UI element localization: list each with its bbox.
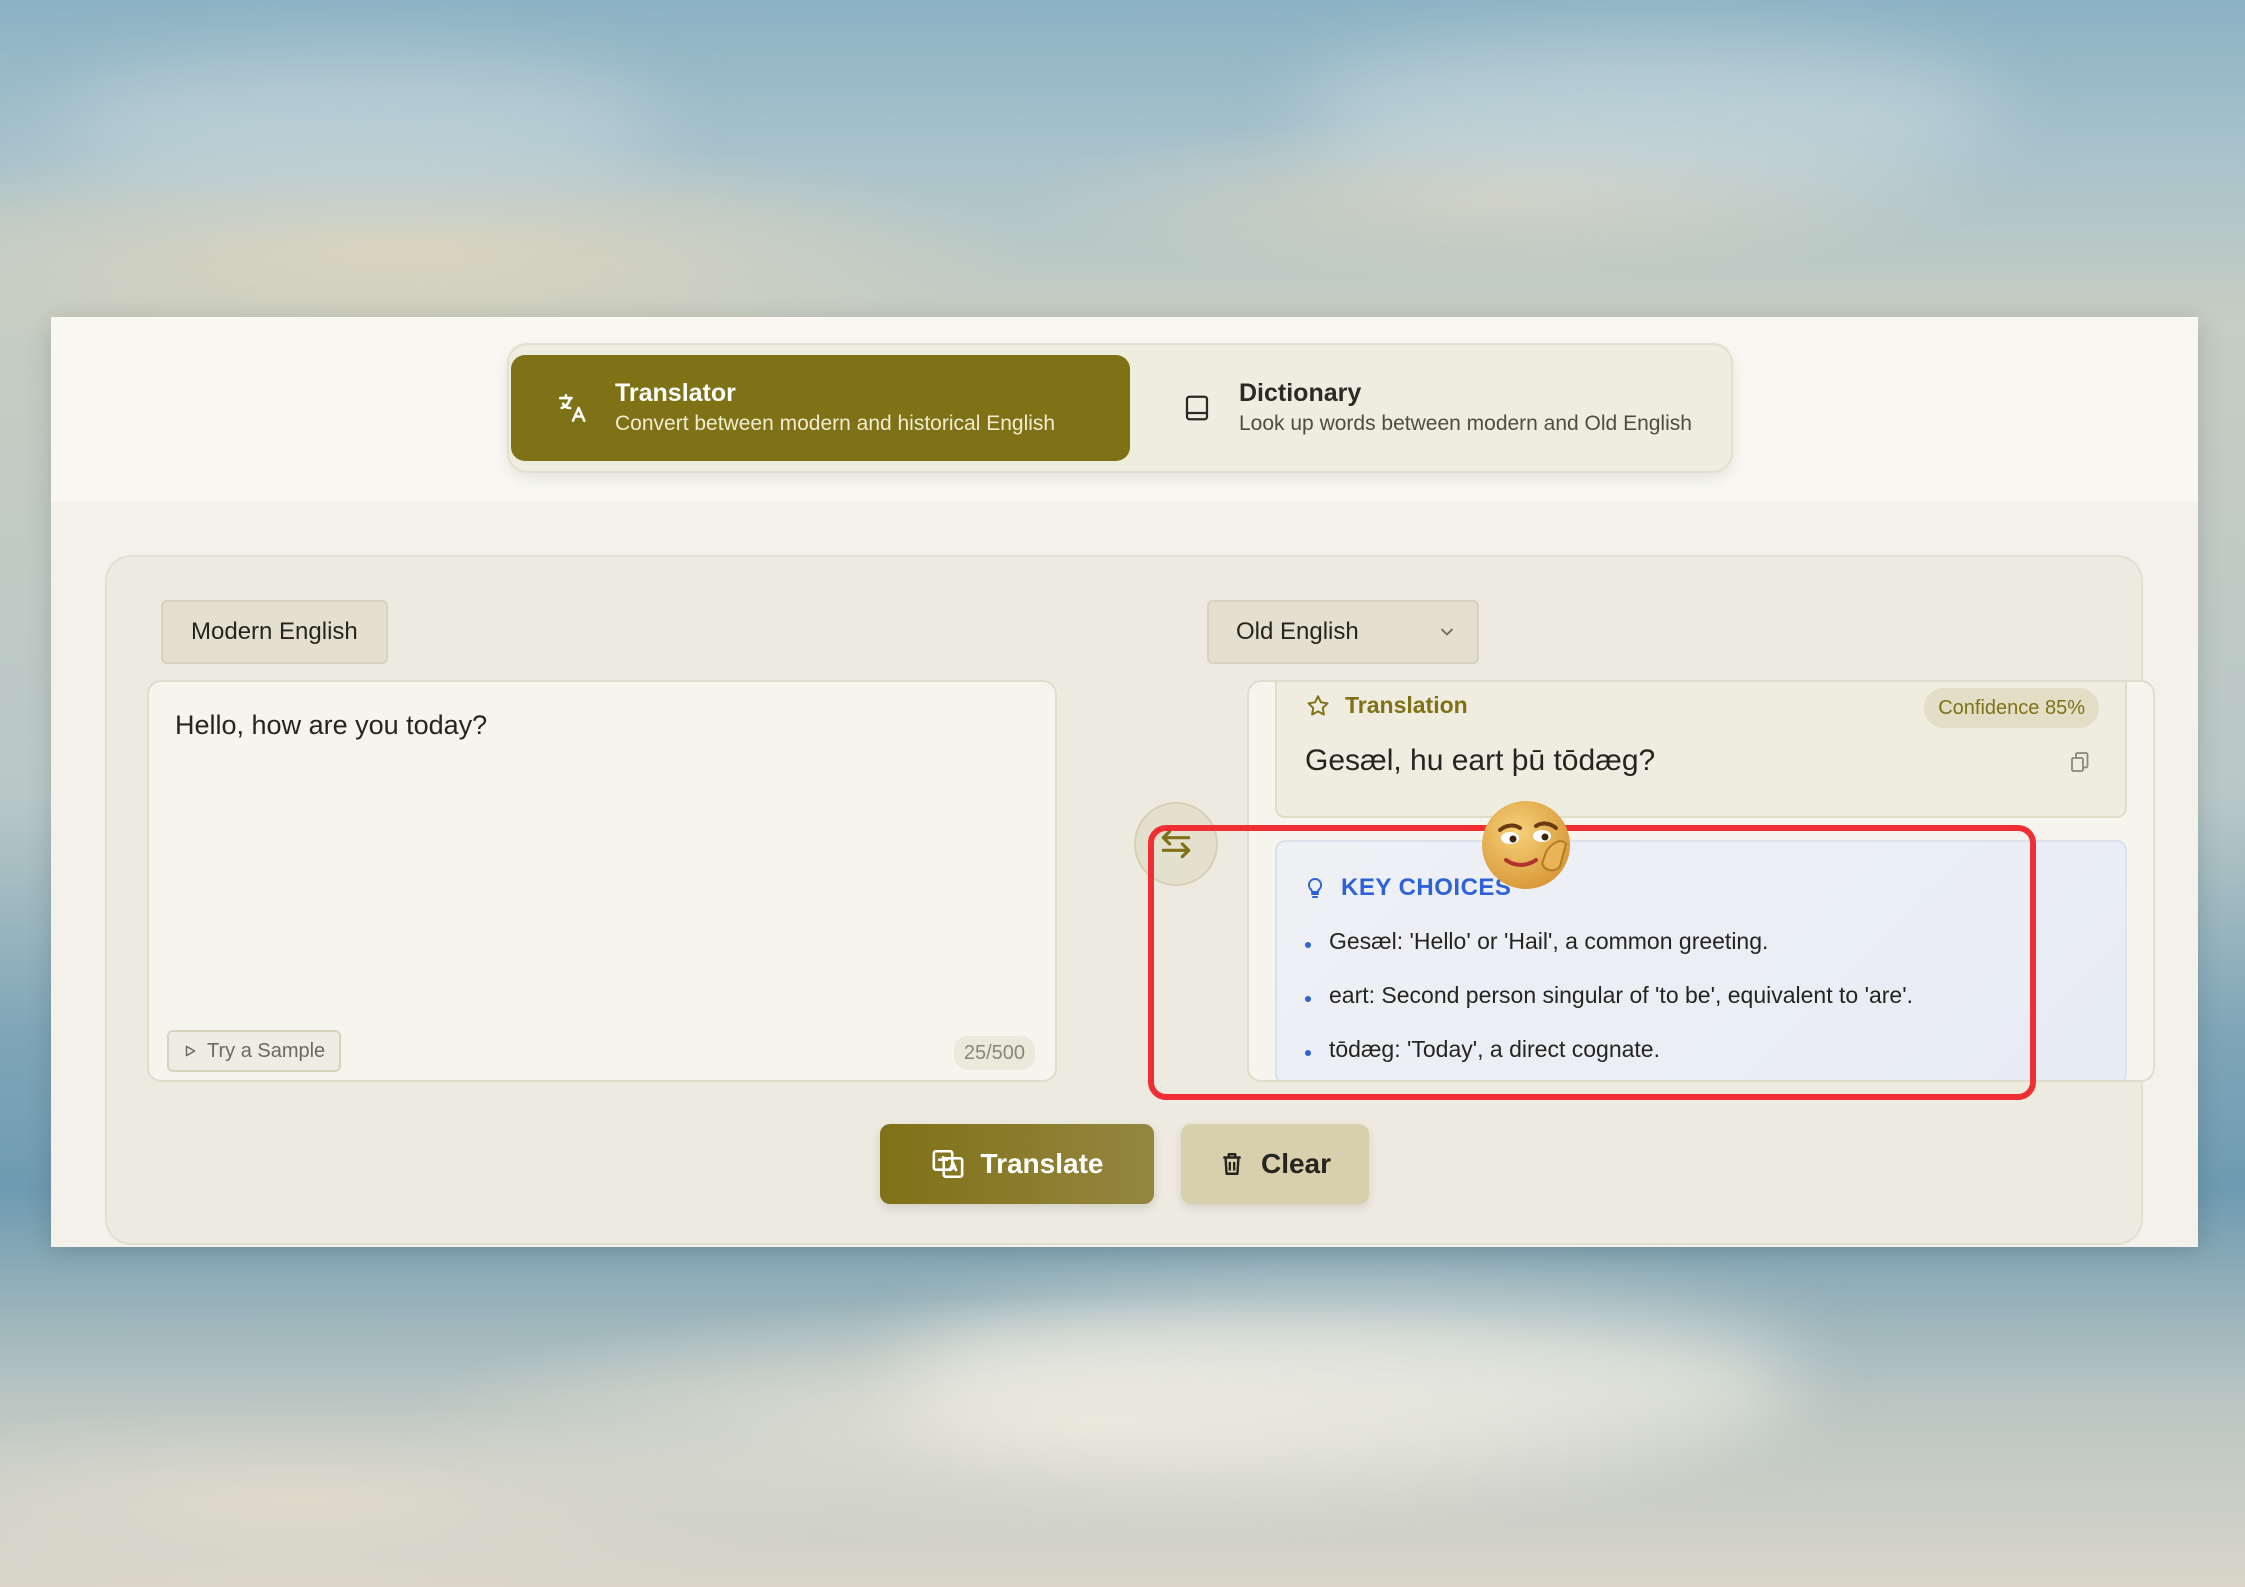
source-text-area[interactable]: Hello, how are you today? Try a Sample 2… xyxy=(147,680,1057,1082)
target-language-value: Old English xyxy=(1236,618,1359,645)
translate-button-label: Translate xyxy=(980,1148,1104,1179)
translate-icon xyxy=(553,388,593,428)
translate-button[interactable]: Translate xyxy=(880,1124,1154,1204)
char-count: 25/500 xyxy=(953,1036,1035,1070)
tab-subtitle: Convert between modern and historical En… xyxy=(615,412,1056,435)
tab-title: Translator xyxy=(615,379,736,407)
tab-dictionary[interactable]: Dictionary Look up words between modern … xyxy=(1139,355,1729,461)
highlight-annotation xyxy=(1148,825,2036,1100)
source-text[interactable]: Hello, how are you today? xyxy=(175,710,1025,741)
source-language-label: Modern English xyxy=(161,600,388,664)
play-icon xyxy=(185,1045,196,1057)
app-window: Translator Convert between modern and hi… xyxy=(51,317,2198,1247)
tab-title: Dictionary xyxy=(1239,379,1362,407)
trash-icon xyxy=(1223,1153,1241,1175)
confidence-badge: Confidence 85% xyxy=(1924,688,2099,728)
app-header: Translator Convert between modern and hi… xyxy=(51,317,2198,502)
clear-button[interactable]: Clear xyxy=(1181,1124,1369,1204)
tab-subtitle: Look up words between modern and Old Eng… xyxy=(1239,412,1692,435)
translation-card: Translation Confidence 85% Gesæl, hu ear… xyxy=(1275,682,2127,818)
copy-icon[interactable] xyxy=(2067,750,2091,774)
try-sample-label: Try a Sample xyxy=(207,1039,326,1062)
tab-translator[interactable]: Translator Convert between modern and hi… xyxy=(511,355,1130,461)
try-sample-button[interactable]: Try a Sample xyxy=(167,1030,342,1072)
clear-button-label: Clear xyxy=(1260,1148,1332,1179)
translate-icon xyxy=(932,1149,963,1179)
chevron-down-icon xyxy=(1441,628,1453,636)
translation-heading-label: Translation xyxy=(1345,692,1468,718)
translation-text: Gesæl, hu eart þū tōdæg? xyxy=(1305,744,1656,777)
smirking-emoji-icon xyxy=(1482,801,1570,889)
target-language-select[interactable]: Old English xyxy=(1207,600,1479,664)
translation-heading: Translation xyxy=(1305,692,1468,719)
book-icon xyxy=(1177,388,1217,428)
mode-switch: Translator Convert between modern and hi… xyxy=(507,343,1733,473)
star-icon xyxy=(1307,694,1329,716)
